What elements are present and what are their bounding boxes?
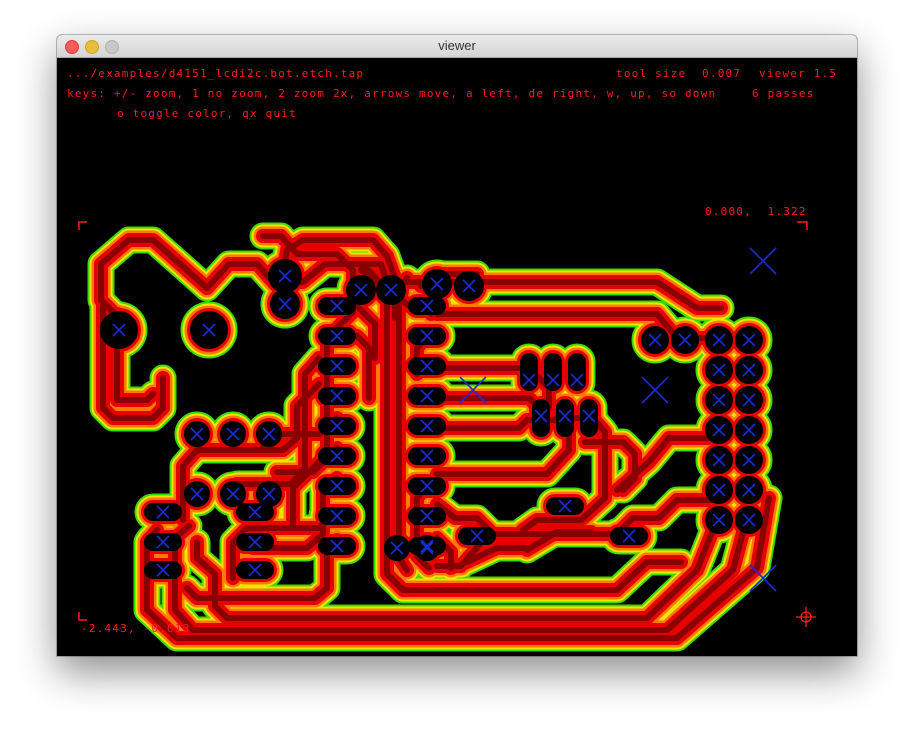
coordinate-bottom-left: -2.443, -0.013 — [81, 622, 191, 635]
title-bar[interactable]: viewer — [57, 35, 857, 58]
coordinate-top-right: 0.000, 1.322 — [705, 205, 807, 218]
pcb-etch-preview — [78, 221, 816, 656]
window-title: viewer — [438, 38, 476, 53]
crop-mark-top-right — [797, 221, 808, 230]
file-path: .../examples/D4151_lcdi2c.bot.etch.tap — [67, 67, 365, 80]
viewer-version: Viewer 1.5 — [759, 67, 838, 80]
key-help-line-1: Keys: +/- zoom, 1 no zoom, 2 zoom 2x, ar… — [67, 87, 717, 100]
tool-size: tool size 0.007 — [616, 67, 742, 80]
viewer-window: viewer .../examples/d4151_lcdi2c.bot.etc… — [57, 35, 857, 656]
crosshair-icon[interactable] — [796, 607, 816, 627]
passes-count: 6 passes — [752, 87, 815, 100]
crop-mark-bottom-left — [78, 612, 87, 621]
key-help-line-2: O toggle color, qx quit — [117, 107, 297, 120]
crop-mark-top-left — [78, 221, 87, 230]
pcb-viewport[interactable]: .../examples/D4151_lcdi2c.bot.etch.tap t… — [57, 58, 857, 656]
